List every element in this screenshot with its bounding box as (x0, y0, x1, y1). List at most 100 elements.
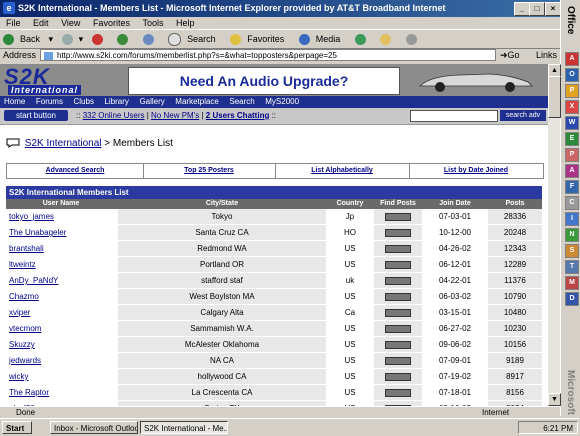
nav-clubs[interactable]: Clubs (74, 97, 94, 106)
maximize-button[interactable]: □ (529, 2, 545, 16)
nav-marketplace[interactable]: Marketplace (175, 97, 219, 106)
col-posts[interactable]: Posts (488, 199, 542, 209)
list-by-date-link[interactable]: List by Date Joined (444, 167, 508, 174)
menu-edit[interactable]: Edit (33, 18, 49, 28)
member-name-link[interactable]: vtecmom (9, 324, 41, 333)
online-users-link[interactable]: 332 Online Users (83, 111, 145, 120)
office-app-icon[interactable]: A (565, 164, 579, 178)
menu-help[interactable]: Help (176, 18, 195, 28)
office-app-icon[interactable]: W (565, 116, 579, 130)
page-scrollbar[interactable]: ▲ ▼ (548, 64, 561, 406)
breadcrumb-site-link[interactable]: S2K International (25, 138, 102, 149)
taskbar-outlook[interactable]: Inbox - Microsoft Outlook (50, 421, 138, 434)
office-app-icon[interactable]: P (565, 84, 579, 98)
office-app-icon[interactable]: S (565, 244, 579, 258)
site-nav: Home Forums Clubs Library Gallery Market… (0, 96, 548, 108)
office-app-icon[interactable]: C (565, 196, 579, 210)
find-posts-search-icon[interactable] (385, 308, 411, 317)
forward-button[interactable]: ▾ (61, 34, 83, 46)
list-alphabetically-link[interactable]: List Alphabetically (311, 167, 373, 174)
member-name-link[interactable]: The Unabageler (9, 228, 66, 237)
member-name-link[interactable]: jedwards (9, 356, 41, 365)
media-button[interactable]: Media (298, 34, 347, 46)
find-posts-search-icon[interactable] (385, 340, 411, 349)
refresh-button[interactable] (117, 34, 134, 46)
member-name-link[interactable]: Chazmo (9, 292, 39, 301)
member-name-link[interactable]: tokyo_james (9, 212, 54, 221)
menu-favorites[interactable]: Favorites (93, 18, 130, 28)
back-button[interactable]: Back ▾ (3, 34, 53, 46)
print-icon (405, 34, 417, 46)
s2k-logo[interactable]: S2K International (4, 66, 124, 95)
nav-library[interactable]: Library (104, 97, 128, 106)
office-app-icon[interactable]: I (565, 212, 579, 226)
office-app-icon[interactable]: D (565, 292, 579, 306)
nav-gallery[interactable]: Gallery (139, 97, 164, 106)
print-button[interactable] (405, 34, 423, 46)
start-menu-button[interactable]: Start (2, 421, 32, 434)
nav-forums[interactable]: Forums (36, 97, 63, 106)
find-posts-search-icon[interactable] (385, 228, 411, 237)
member-post-count: 10480 (488, 305, 542, 320)
links-button[interactable]: Links (536, 50, 557, 60)
close-button[interactable]: × (545, 2, 561, 16)
nav-search[interactable]: Search (229, 97, 254, 106)
office-app-icon[interactable]: N (565, 228, 579, 242)
member-name-link[interactable]: ltweintz (9, 260, 36, 269)
member-city: La Crescenta CA (118, 385, 326, 400)
col-join-date[interactable]: Join Date (422, 199, 488, 209)
stop-button[interactable] (91, 34, 109, 46)
find-posts-search-icon[interactable] (385, 324, 411, 333)
favorites-button[interactable]: Favorites (230, 34, 290, 46)
window-title-bar[interactable]: e S2K International - Members List - Mic… (0, 0, 561, 17)
address-input[interactable]: http://www.s2ki.com/forums/memberlist.ph… (40, 49, 496, 61)
menu-view[interactable]: View (61, 18, 80, 28)
member-country: US (326, 289, 374, 304)
find-posts-search-icon[interactable] (385, 292, 411, 301)
minimize-button[interactable]: _ (514, 2, 530, 16)
nav-mys2000[interactable]: MyS2000 (265, 97, 299, 106)
history-button[interactable] (354, 34, 372, 46)
office-app-icon[interactable]: O (565, 68, 579, 82)
member-name-link[interactable]: wicky (9, 372, 29, 381)
office-app-icon[interactable]: F (565, 180, 579, 194)
find-posts-search-icon[interactable] (385, 372, 411, 381)
search-adv-button[interactable]: search adv (500, 110, 546, 121)
advanced-search-link[interactable]: Advanced Search (46, 167, 105, 174)
col-user-name[interactable]: User Name (6, 199, 116, 209)
nav-home[interactable]: Home (4, 97, 25, 106)
member-name-link[interactable]: The Raptor (9, 388, 49, 397)
home-button[interactable] (142, 34, 160, 46)
find-posts-search-icon[interactable] (385, 356, 411, 365)
find-posts-search-icon[interactable] (385, 212, 411, 221)
find-posts-search-icon[interactable] (385, 260, 411, 269)
office-app-icon[interactable]: X (565, 100, 579, 114)
ad-banner[interactable]: Need An Audio Upgrade? (128, 67, 400, 95)
members-table-header: User Name City/State Country Find Posts … (6, 199, 542, 209)
office-app-icon[interactable]: A (565, 52, 579, 66)
office-app-icon[interactable]: E (565, 132, 579, 146)
office-app-icon[interactable]: M (565, 276, 579, 290)
menu-file[interactable]: File (6, 18, 21, 28)
office-app-icon[interactable]: P (565, 148, 579, 162)
taskbar-ie[interactable]: S2K International - Me... (140, 421, 228, 434)
top-25-posters-link[interactable]: Top 25 Posters (184, 167, 234, 174)
scroll-thumb[interactable] (548, 76, 561, 118)
go-button[interactable]: ➜Go (500, 50, 520, 61)
menu-tools[interactable]: Tools (142, 18, 163, 28)
start-button[interactable]: start button (4, 110, 68, 121)
find-posts-search-icon[interactable] (385, 244, 411, 253)
member-name-link[interactable]: brantshali (9, 244, 44, 253)
scroll-down-arrow-icon[interactable]: ▼ (548, 393, 561, 406)
private-messages-link[interactable]: No New PM's (151, 111, 199, 120)
search-button[interactable]: Search (168, 33, 222, 47)
users-chatting-link[interactable]: 2 Users Chatting (206, 111, 270, 120)
member-name-link[interactable]: xviper (9, 308, 30, 317)
member-name-link[interactable]: Skuzzy (9, 340, 35, 349)
mail-button[interactable] (380, 34, 397, 46)
find-posts-search-icon[interactable] (385, 276, 411, 285)
find-posts-search-icon[interactable] (385, 388, 411, 397)
office-app-icon[interactable]: T (565, 260, 579, 274)
member-name-link[interactable]: AnDy_PaNdY (9, 276, 58, 285)
forum-search-input[interactable] (410, 110, 498, 122)
